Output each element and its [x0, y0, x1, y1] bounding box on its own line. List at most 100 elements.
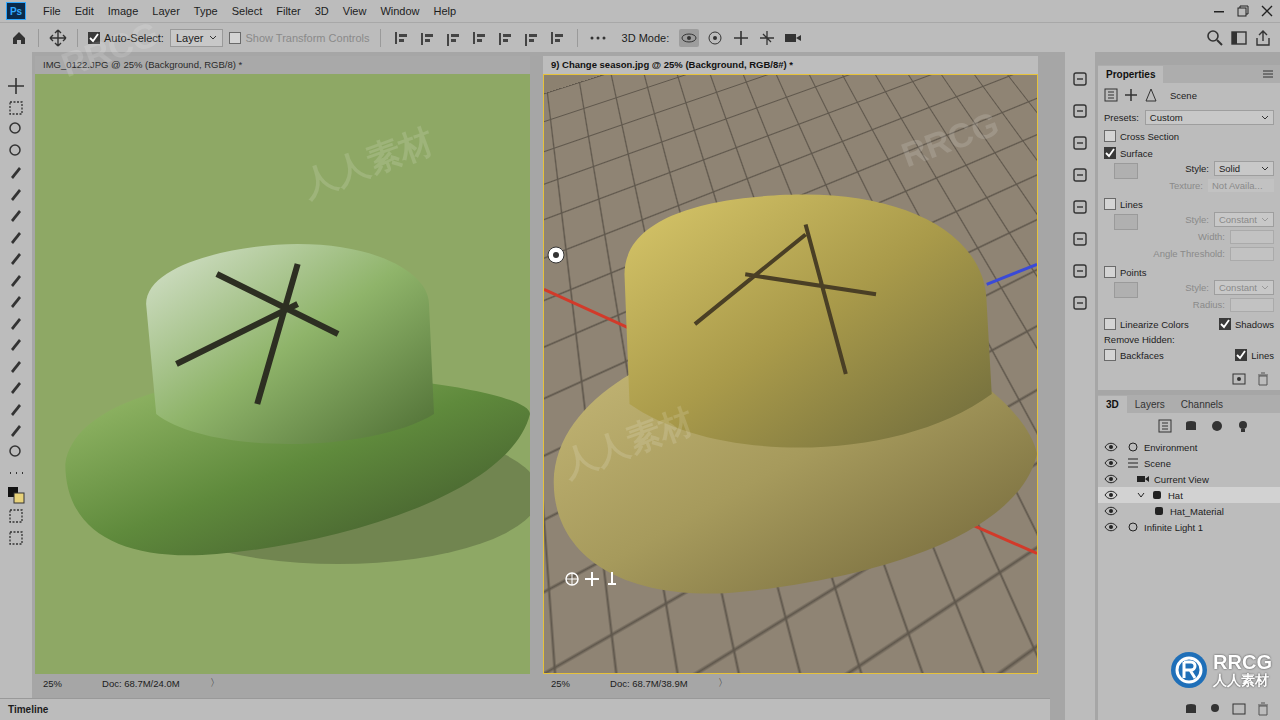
render-icon[interactable] [1232, 372, 1246, 386]
visibility-eye-icon[interactable] [1104, 441, 1118, 453]
align-icon[interactable] [470, 29, 488, 47]
checkbox[interactable] [1104, 349, 1116, 361]
libraries-icon[interactable] [1071, 134, 1089, 152]
adjust-icon[interactable] [1071, 102, 1089, 120]
roll-3d-icon[interactable] [705, 29, 725, 47]
search-icon[interactable] [1206, 29, 1224, 47]
align-icon[interactable] [496, 29, 514, 47]
glyph-icon[interactable] [1071, 230, 1089, 248]
checkbox[interactable] [1104, 266, 1116, 278]
filter-scene-icon[interactable] [1158, 419, 1172, 433]
crop-icon[interactable] [6, 162, 26, 182]
color-swatch[interactable] [1114, 214, 1138, 230]
filter-material-icon[interactable] [1210, 419, 1224, 433]
visibility-eye-icon[interactable] [1104, 473, 1118, 485]
visibility-eye-icon[interactable] [1104, 489, 1118, 501]
checkbox[interactable] [1219, 318, 1231, 330]
menu-item[interactable]: Select [225, 5, 270, 17]
number-input[interactable] [1230, 247, 1274, 261]
dodge-icon[interactable] [6, 313, 26, 333]
style-dropdown[interactable]: Constant [1214, 212, 1274, 227]
panel-tab[interactable]: 3D [1098, 396, 1127, 413]
share-icon[interactable] [1254, 29, 1272, 47]
align-icon[interactable] [522, 29, 540, 47]
menu-item[interactable]: Type [187, 5, 225, 17]
panel-tab[interactable]: Properties [1098, 66, 1163, 83]
property-field[interactable]: Style:Constant [1146, 280, 1274, 295]
close-icon[interactable] [1260, 4, 1274, 18]
slide-3d-icon[interactable] [757, 29, 777, 47]
align-icon[interactable] [548, 29, 566, 47]
property-field[interactable]: Angle Threshold: [1146, 246, 1274, 261]
checkbox[interactable] [1104, 198, 1116, 210]
rotate-axis-icon[interactable] [564, 571, 580, 587]
path-select-icon[interactable] [6, 377, 26, 397]
new-light-icon[interactable] [1208, 702, 1222, 716]
menu-item[interactable]: File [36, 5, 68, 17]
flag-checkbox[interactable]: Shadows [1219, 318, 1274, 330]
section-checkbox[interactable]: Cross Section [1104, 130, 1274, 142]
document-tab[interactable]: IMG_0122.JPG @ 25% (Background, RGB/8) * [35, 56, 530, 74]
stamp-icon[interactable] [6, 248, 26, 268]
timeline-panel[interactable]: Timeline [0, 698, 1050, 720]
pen-icon[interactable] [6, 334, 26, 354]
lasso-icon[interactable] [6, 119, 26, 139]
visibility-eye-icon[interactable] [1104, 521, 1118, 533]
visibility-eye-icon[interactable] [1104, 505, 1118, 517]
filter-light-icon[interactable] [1236, 419, 1250, 433]
brush-icon[interactable] [6, 227, 26, 247]
camera-icon[interactable] [783, 29, 803, 47]
property-field[interactable]: Style:Solid [1146, 161, 1274, 176]
scene-settings-icon[interactable] [1104, 88, 1118, 102]
scene-item[interactable]: Hat [1098, 487, 1280, 503]
section-checkbox[interactable]: Surface [1104, 147, 1274, 159]
style-dropdown[interactable]: Solid [1214, 161, 1274, 176]
hidden-checkbox[interactable]: Lines [1235, 349, 1274, 361]
hand-icon[interactable] [6, 420, 26, 440]
colors-icon[interactable] [6, 485, 26, 505]
menu-item[interactable]: Layer [145, 5, 187, 17]
flag-checkbox[interactable]: Linearize Colors [1104, 318, 1189, 330]
filter-mesh-icon[interactable] [1184, 419, 1198, 433]
status-menu-arrow[interactable]: 〉 [210, 677, 220, 690]
checkbox[interactable] [1104, 147, 1116, 159]
character-icon[interactable] [1071, 198, 1089, 216]
marquee-icon[interactable] [6, 98, 26, 118]
tools-icon[interactable] [1071, 262, 1089, 280]
menu-item[interactable]: Image [101, 5, 146, 17]
menu-item[interactable]: Filter [269, 5, 307, 17]
home-icon[interactable] [10, 29, 28, 47]
axis-widget[interactable] [564, 571, 620, 587]
scene-item[interactable]: Infinite Light 1 [1098, 519, 1280, 535]
panel-tab[interactable]: Layers [1127, 396, 1173, 413]
eraser-icon[interactable] [6, 270, 26, 290]
menu-item[interactable]: Edit [68, 5, 101, 17]
scene-item[interactable]: Environment [1098, 439, 1280, 455]
history-icon[interactable] [1071, 70, 1089, 88]
move-axis-icon[interactable] [584, 571, 600, 587]
orbit-3d-icon[interactable] [679, 29, 699, 47]
property-field[interactable]: Texture:Not Availa... [1146, 178, 1274, 193]
panel-tab[interactable]: Channels [1173, 396, 1231, 413]
menu-item[interactable]: View [336, 5, 374, 17]
screen-mode-icon[interactable] [6, 528, 26, 548]
light-icon[interactable] [546, 245, 566, 265]
checkbox[interactable] [1104, 130, 1116, 142]
shape-icon[interactable] [6, 399, 26, 419]
transform-controls-checkbox[interactable]: Show Transform Controls [229, 32, 369, 44]
property-field[interactable]: Radius: [1146, 297, 1274, 312]
scene-item[interactable]: Scene [1098, 455, 1280, 471]
move-icon[interactable] [6, 76, 26, 96]
color-swatch[interactable] [1114, 163, 1138, 179]
scene-light-icon[interactable] [1144, 88, 1158, 102]
menu-item[interactable]: Window [373, 5, 426, 17]
eyedropper-icon[interactable] [6, 184, 26, 204]
scene-add-icon[interactable] [1124, 88, 1138, 102]
scene-item[interactable]: Hat_Material [1098, 503, 1280, 519]
chevron-icon[interactable] [1136, 490, 1146, 500]
healing-icon[interactable] [6, 205, 26, 225]
number-input[interactable] [1230, 298, 1274, 312]
status-menu-arrow[interactable]: 〉 [718, 677, 728, 690]
document-tab[interactable]: 9) Change season.jpg @ 25% (Background, … [543, 56, 1038, 74]
section-checkbox[interactable]: Lines [1104, 198, 1274, 210]
